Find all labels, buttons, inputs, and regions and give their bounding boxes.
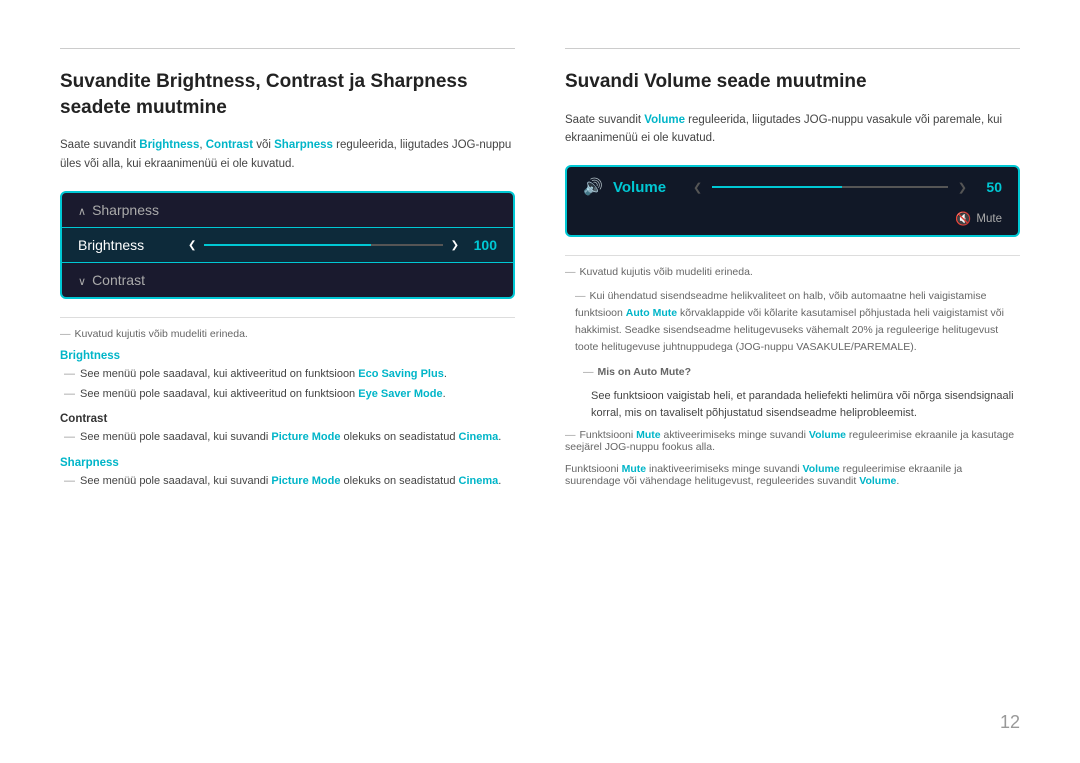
slider-track (204, 244, 442, 246)
mute-icon: 🔇 (955, 211, 971, 227)
osd-row-brightness: Brightness ❮ ❯ 100 (62, 227, 513, 263)
brightness-section-label: Brightness (60, 350, 515, 362)
right-note-mute-deactivate: Funktsiooni Mute inaktiveerimiseks minge… (565, 463, 1020, 487)
slider-right-arrow: ❯ (451, 240, 459, 251)
brightness-note-1: — See menüü pole saadaval, kui aktiveeri… (60, 366, 515, 384)
osd-panel: Sharpness Brightness ❮ ❯ 100 (60, 191, 515, 299)
right-intro: Saate suvandit Volume reguleerida, liigu… (565, 111, 1020, 148)
volume-left-arrow: ❮ (693, 181, 702, 194)
brightness-note-2: — See menüü pole saadaval, kui aktiveeri… (60, 386, 515, 404)
contrast-section-label: Contrast (60, 413, 515, 425)
chevron-down-icon (78, 272, 86, 288)
page-number: 12 (1000, 712, 1020, 733)
osd-row-sharpness: Sharpness (62, 193, 513, 227)
right-note-automute: —Kui ühendatud sisendseadme helikvalitee… (565, 288, 1020, 355)
slider-left-arrow: ❮ (188, 240, 196, 251)
contrast-note-1: — See menüü pole saadaval, kui suvandi P… (60, 429, 515, 447)
right-title: Suvandi Volume seade muutmine (565, 69, 1020, 95)
sharpness-note-1: — See menüü pole saadaval, kui suvandi P… (60, 473, 515, 491)
left-title: Suvandite Brightness, Contrast ja Sharpn… (60, 69, 515, 120)
volume-speaker-icon: 🔊 (583, 177, 603, 197)
mute-row: 🔇 Mute (567, 207, 1018, 235)
brightness-slider: ❮ ❯ 100 (188, 237, 497, 253)
divider-1 (60, 317, 515, 318)
right-divider-1 (565, 255, 1020, 256)
mute-button[interactable]: 🔇 Mute (955, 211, 1002, 227)
sharpness-section-label: Sharpness (60, 457, 515, 469)
volume-osd-panel: 🔊 Volume ❮ ❯ 50 🔇 Mute (565, 165, 1020, 237)
left-column: Suvandite Brightness, Contrast ja Sharpn… (60, 48, 515, 723)
osd-row-contrast: Contrast (62, 263, 513, 297)
volume-slider-track (712, 186, 948, 188)
right-note-mute-activate: —Funktsiooni Mute aktiveerimiseks minge … (565, 429, 1020, 453)
right-note-automute-sub: —Mis on Auto Mute? (565, 366, 1020, 378)
chevron-up-icon (78, 202, 86, 218)
volume-row: 🔊 Volume ❮ ❯ 50 (567, 167, 1018, 207)
volume-slider-fill (712, 186, 842, 188)
slider-fill (204, 244, 371, 246)
left-intro: Saate suvandit Brightness, Contrast või … (60, 136, 515, 173)
right-column: Suvandi Volume seade muutmine Saate suva… (565, 48, 1020, 723)
note-model: — Kuvatud kujutis võib mudeliti erineda. (60, 328, 515, 340)
right-note-automute-desc: See funktsioon vaigistab heli, et parand… (565, 388, 1020, 423)
right-note-model: — Kuvatud kujutis võib mudeliti erineda. (565, 266, 1020, 278)
volume-right-arrow: ❯ (958, 181, 967, 194)
